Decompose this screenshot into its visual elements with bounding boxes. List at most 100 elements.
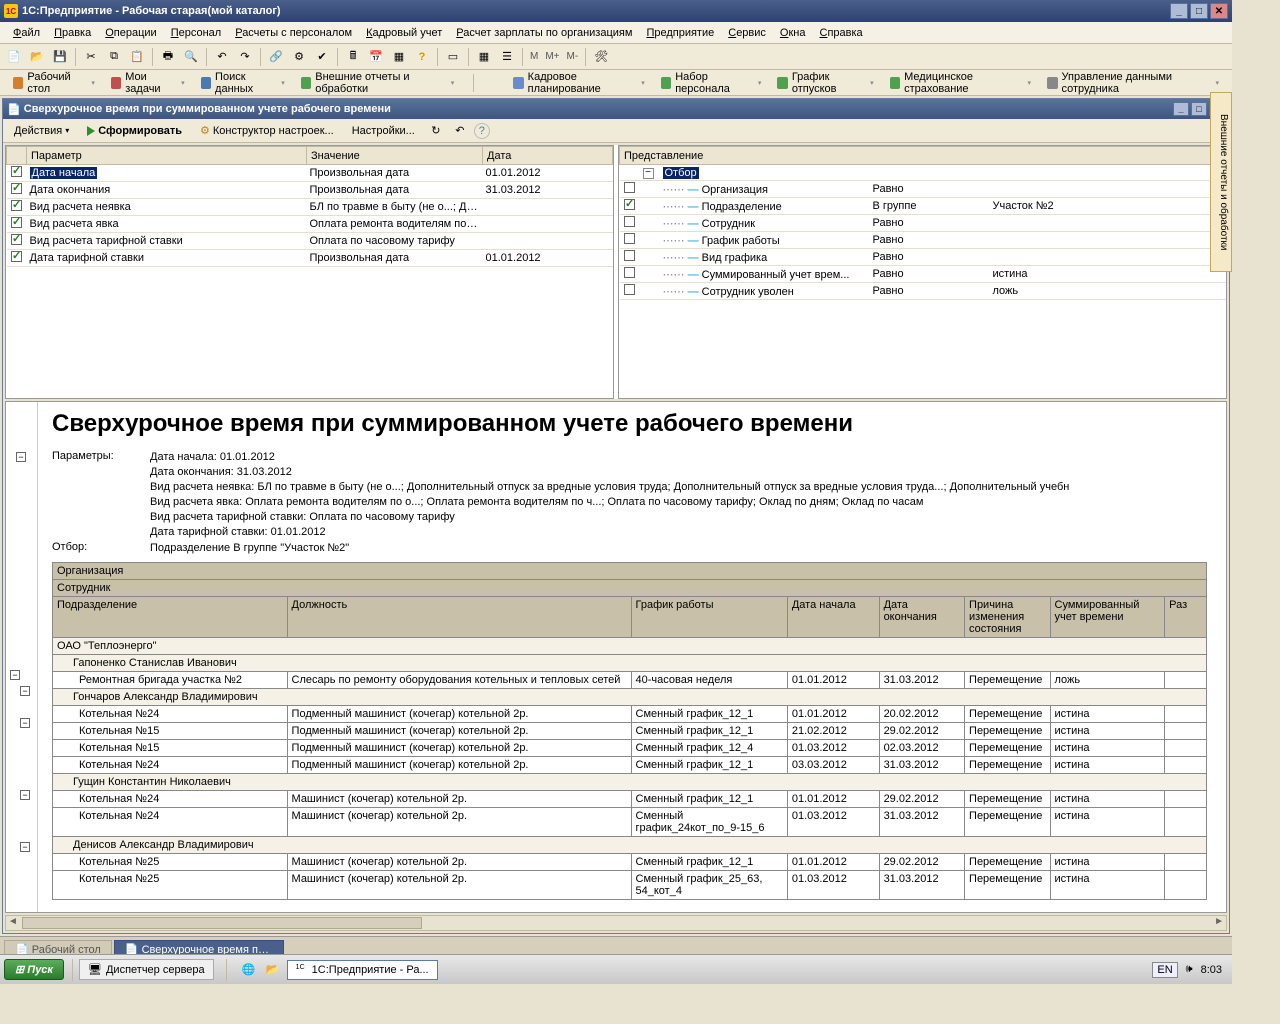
undo-icon[interactable]: ↶ [212,47,232,67]
memory-mplus[interactable]: M+ [543,51,561,62]
checkbox[interactable] [624,182,635,193]
param-row[interactable]: Дата тарифной ставкиПроизвольная дата01.… [7,250,613,267]
table-icon[interactable]: ▦ [474,47,494,67]
close-button[interactable]: ✕ [1210,3,1228,19]
paste-icon[interactable]: 📋 [127,47,147,67]
open-icon[interactable]: 📂 [27,47,47,67]
taskbar-item[interactable]: 🖥 Диспетчер сервера [79,959,214,980]
help2-icon[interactable]: ? [474,123,490,139]
menu-item[interactable]: Правка [47,25,98,41]
parameters-grid[interactable]: ПараметрЗначениеДатаДата началаПроизволь… [6,146,613,267]
constructor-button[interactable]: ⚙ Конструктор настроек... [193,122,341,139]
checkbox[interactable] [624,199,635,210]
save-icon[interactable]: 💾 [50,47,70,67]
collapse-icon[interactable]: − [20,718,30,728]
maximize-button[interactable]: □ [1190,3,1208,19]
collapse-icon[interactable]: − [20,686,30,696]
checkbox[interactable] [624,267,635,278]
shortcut-button[interactable]: График отпусков▾ [770,68,880,98]
menu-item[interactable]: Сервис [721,25,773,41]
shortcut-button[interactable]: Набор персонала▾ [654,68,769,98]
filter-row[interactable]: ⋯⋯ — График работыРавно [620,232,1226,249]
menu-item[interactable]: Персонал [164,25,229,41]
report-row[interactable]: Котельная №15Подменный машинист (кочегар… [53,723,1207,740]
report-row[interactable]: Ремонтная бригада участка №2Слесарь по р… [53,672,1207,689]
menu-item[interactable]: Расчеты с персоналом [228,25,359,41]
checkbox[interactable] [11,200,22,211]
param-row[interactable]: Вид расчета явкаОплата ремонта водителям… [7,216,613,233]
refresh-icon[interactable]: ↻ [426,121,446,141]
menu-item[interactable]: Справка [813,25,870,41]
generate-button[interactable]: Сформировать [80,123,189,139]
param-row[interactable]: Вид расчета тарифной ставкиОплата по час… [7,233,613,250]
find-icon[interactable]: 🔍 [181,47,201,67]
report-row[interactable]: Гончаров Александр Владимирович [53,689,1207,706]
shortcut-button[interactable]: Рабочий стол▾ [6,68,102,98]
check-icon[interactable]: ✔ [312,47,332,67]
report-row[interactable]: Котельная №25Машинист (кочегар) котельно… [53,871,1207,900]
tray-icon[interactable]: 🕪 [1186,963,1193,976]
undo2-icon[interactable]: ↶ [450,121,470,141]
filter-row[interactable]: ⋯⋯ — СотрудникРавно [620,215,1226,232]
sub-maximize-button[interactable]: □ [1191,102,1207,116]
param-row[interactable]: Дата началаПроизвольная дата01.01.2012 [7,165,613,182]
filter-row[interactable]: ⋯⋯ — ПодразделениеВ группеУчасток №2 [620,198,1226,215]
report-output[interactable]: − − − − − − Сверхурочное время при сумми… [5,401,1227,913]
new-icon[interactable]: 📄 [4,47,24,67]
lang-indicator[interactable]: EN [1152,962,1177,978]
cut-icon[interactable]: ✂ [81,47,101,67]
checkbox[interactable] [11,234,22,245]
report-table[interactable]: ОрганизацияСотрудникПодразделениеДолжнос… [52,562,1207,900]
menu-item[interactable]: Файл [6,25,47,41]
param-row[interactable]: Дата окончанияПроизвольная дата31.03.201… [7,182,613,199]
report-row[interactable]: Котельная №25Машинист (кочегар) котельно… [53,854,1207,871]
help-icon[interactable]: ? [412,47,432,67]
menu-item[interactable]: Окна [773,25,813,41]
checkbox[interactable] [624,250,635,261]
checkbox[interactable] [11,166,22,177]
checkbox[interactable] [11,251,22,262]
wrench-icon[interactable]: 🛠 [591,47,611,67]
calc-icon[interactable]: 🖩 [343,47,363,67]
minimize-button[interactable]: _ [1170,3,1188,19]
clock[interactable]: 8:03 [1201,964,1222,976]
collapse-icon[interactable]: − [10,670,20,680]
menu-item[interactable]: Предприятие [639,25,721,41]
sub-minimize-button[interactable]: _ [1173,102,1189,116]
taskbar-item[interactable]: 1C 1С:Предприятие - Ра... [287,960,438,980]
redo-icon[interactable]: ↷ [235,47,255,67]
expand-icon[interactable]: − [643,168,654,179]
menu-item[interactable]: Кадровый учет [359,25,449,41]
link-icon[interactable]: 🔗 [266,47,286,67]
form-icon[interactable]: ▭ [443,47,463,67]
shortcut-button[interactable]: Мои задачи▾ [104,68,192,98]
collapse-icon[interactable]: − [20,842,30,852]
outline-gutter[interactable]: − − − − − − [6,402,38,912]
settings-button[interactable]: Настройки... [345,123,422,139]
shortcut-button[interactable]: Внешние отчеты и обработки▾ [294,68,462,98]
copy-icon[interactable]: ⧉ [104,47,124,67]
shortcut-button[interactable]: Кадровое планирование▾ [506,68,652,98]
menu-item[interactable]: Операции [98,25,163,41]
filter-row[interactable]: ⋯⋯ — ОрганизацияРавно [620,181,1226,198]
shortcut-button[interactable]: Управление данными сотрудника▾ [1040,68,1226,98]
print-icon[interactable]: 🖶 [158,47,178,67]
report-row[interactable]: Котельная №24Подменный машинист (кочегар… [53,706,1207,723]
horizontal-scrollbar[interactable] [5,915,1227,931]
report-row[interactable]: Денисов Александр Владимирович [53,837,1207,854]
calendar-icon[interactable]: 📅 [366,47,386,67]
report-row[interactable]: Гущин Константин Николаевич [53,774,1207,791]
quicklaunch-icon[interactable]: 📂 [263,960,283,980]
checkbox[interactable] [624,233,635,244]
checkbox[interactable] [624,216,635,227]
filter-row[interactable]: ⋯⋯ — Суммированный учет врем...Равноисти… [620,266,1226,283]
memory-m[interactable]: M [528,51,540,62]
quicklaunch-icon[interactable]: 🌐 [239,960,259,980]
report-row[interactable]: Гапоненко Станислав Иванович [53,655,1207,672]
report-row[interactable]: Котельная №15Подменный машинист (кочегар… [53,740,1207,757]
start-button[interactable]: ⊞ Пуск [4,959,64,980]
grid-icon[interactable]: ▦ [389,47,409,67]
filter-row[interactable]: ⋯⋯ — Вид графикаРавно [620,249,1226,266]
menu-item[interactable]: Расчет зарплаты по организациям [449,25,639,41]
actions-menu[interactable]: Действия ▾ [7,123,76,139]
